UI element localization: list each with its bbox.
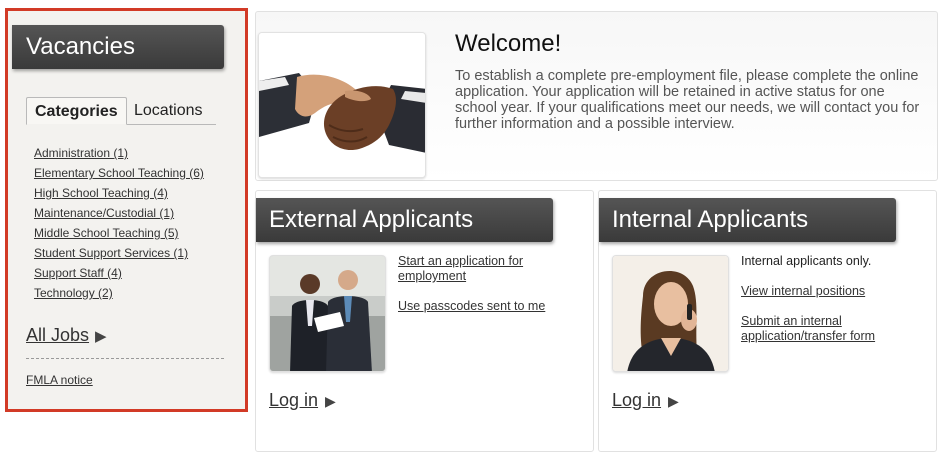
external-login-link[interactable]: Log in — [269, 390, 318, 411]
list-item: Technology (2) — [34, 283, 204, 303]
play-arrow-icon: ▶ — [668, 393, 679, 409]
category-link-middle-school[interactable]: Middle School Teaching (5) — [34, 226, 179, 240]
list-item: Support Staff (4) — [34, 263, 204, 283]
woman-on-phone-image — [612, 255, 729, 372]
vacancies-heading: Vacancies — [12, 25, 224, 69]
all-jobs-link[interactable]: All Jobs — [26, 325, 89, 346]
list-item: Maintenance/Custodial (1) — [34, 203, 204, 223]
list-item: Administration (1) — [34, 143, 204, 163]
category-link-student-support[interactable]: Student Support Services (1) — [34, 246, 188, 260]
category-link-maintenance[interactable]: Maintenance/Custodial (1) — [34, 206, 174, 220]
internal-login-link[interactable]: Log in — [612, 390, 661, 411]
category-link-support-staff[interactable]: Support Staff (4) — [34, 266, 122, 280]
list-item: Elementary School Teaching (6) — [34, 163, 204, 183]
tab-locations[interactable]: Locations — [126, 97, 211, 125]
sidebar-divider — [26, 358, 224, 359]
play-arrow-icon: ▶ — [95, 328, 107, 345]
play-arrow-icon: ▶ — [325, 393, 336, 409]
welcome-description: To establish a complete pre-employment f… — [455, 68, 920, 132]
vacancy-tabs: Categories Locations — [26, 97, 216, 125]
list-item: Middle School Teaching (5) — [34, 223, 204, 243]
tab-categories[interactable]: Categories — [26, 97, 127, 125]
external-applicants-heading: External Applicants — [256, 198, 553, 242]
vacancies-sidebar: Vacancies Categories Locations Administr… — [5, 8, 248, 412]
internal-applicants-heading: Internal Applicants — [599, 198, 896, 242]
category-link-high-school[interactable]: High School Teaching (4) — [34, 186, 168, 200]
start-application-link[interactable]: Start an application for employment — [398, 254, 558, 284]
welcome-title: Welcome! — [455, 30, 562, 57]
category-link-technology[interactable]: Technology (2) — [34, 286, 113, 300]
internal-only-note: Internal applicants only. — [741, 254, 872, 268]
category-link-elementary[interactable]: Elementary School Teaching (6) — [34, 166, 204, 180]
category-list: Administration (1) Elementary School Tea… — [34, 143, 204, 303]
fmla-notice-link[interactable]: FMLA notice — [26, 373, 93, 387]
list-item: Student Support Services (1) — [34, 243, 204, 263]
view-internal-positions-link[interactable]: View internal positions — [741, 284, 865, 299]
list-item: High School Teaching (4) — [34, 183, 204, 203]
passcodes-link[interactable]: Use passcodes sent to me — [398, 299, 545, 314]
handshake-image — [258, 32, 426, 178]
businessmen-image — [269, 255, 386, 372]
category-link-administration[interactable]: Administration (1) — [34, 146, 128, 160]
internal-applicants-panel: Internal Applicants Internal applicants … — [598, 190, 937, 452]
external-applicants-panel: External Applicants Start an application… — [255, 190, 594, 452]
submit-transfer-form-link[interactable]: Submit an internal application/transfer … — [741, 314, 901, 344]
welcome-panel: Welcome! To establish a complete pre-emp… — [255, 11, 938, 181]
